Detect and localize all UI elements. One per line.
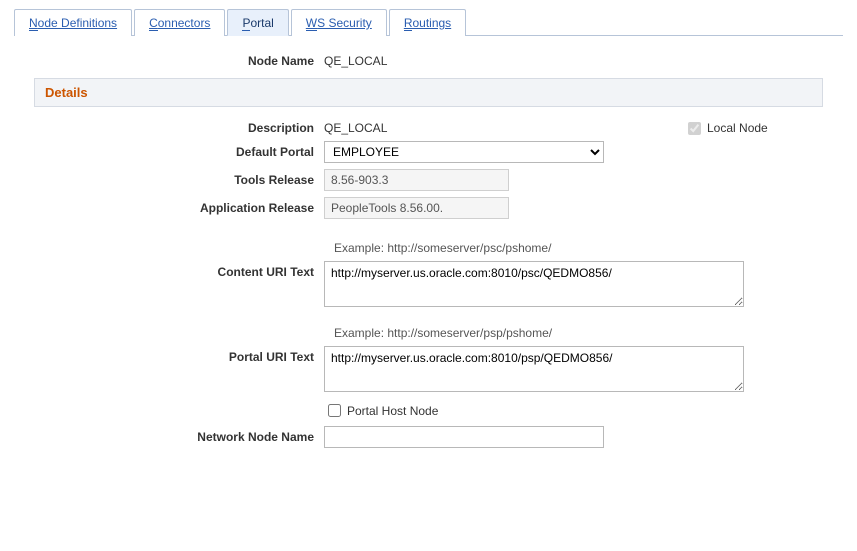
app-release-field [324, 197, 509, 219]
portal-uri-label: Portal URI Text [14, 346, 324, 364]
default-portal-select[interactable]: EMPLOYEE [324, 141, 604, 163]
tools-release-label: Tools Release [14, 173, 324, 187]
description-label: Description [14, 121, 324, 135]
content-uri-label: Content URI Text [14, 261, 324, 279]
network-node-field[interactable] [324, 426, 604, 448]
portal-host-node-label: Portal Host Node [347, 404, 438, 418]
content-uri-hint: Example: http://someserver/psc/pshome/ [334, 241, 843, 255]
node-name-label: Node Name [14, 54, 324, 68]
tab-connectors[interactable]: Connectors [134, 9, 225, 36]
node-name-value: QE_LOCAL [324, 54, 843, 68]
tab-strip: Node Definitions Connectors Portal WS Se… [14, 8, 843, 36]
portal-uri-text[interactable]: http://myserver.us.oracle.com:8010/psp/Q… [324, 346, 744, 392]
tab-portal[interactable]: Portal [227, 9, 288, 36]
tab-node-definitions[interactable]: Node Definitions [14, 9, 132, 36]
portal-host-node-checkbox[interactable] [328, 404, 341, 417]
app-release-label: Application Release [14, 201, 324, 215]
portal-uri-hint: Example: http://someserver/psp/pshome/ [334, 326, 843, 340]
tab-ws-security[interactable]: WS Security [291, 9, 387, 36]
tab-routings[interactable]: Routings [389, 9, 466, 36]
network-node-label: Network Node Name [14, 430, 324, 444]
tools-release-field [324, 169, 509, 191]
local-node-label: Local Node [707, 121, 768, 135]
content-uri-text[interactable]: http://myserver.us.oracle.com:8010/psc/Q… [324, 261, 744, 307]
local-node-checkbox [688, 122, 701, 135]
default-portal-label: Default Portal [14, 145, 324, 159]
section-details: Details [34, 78, 823, 107]
